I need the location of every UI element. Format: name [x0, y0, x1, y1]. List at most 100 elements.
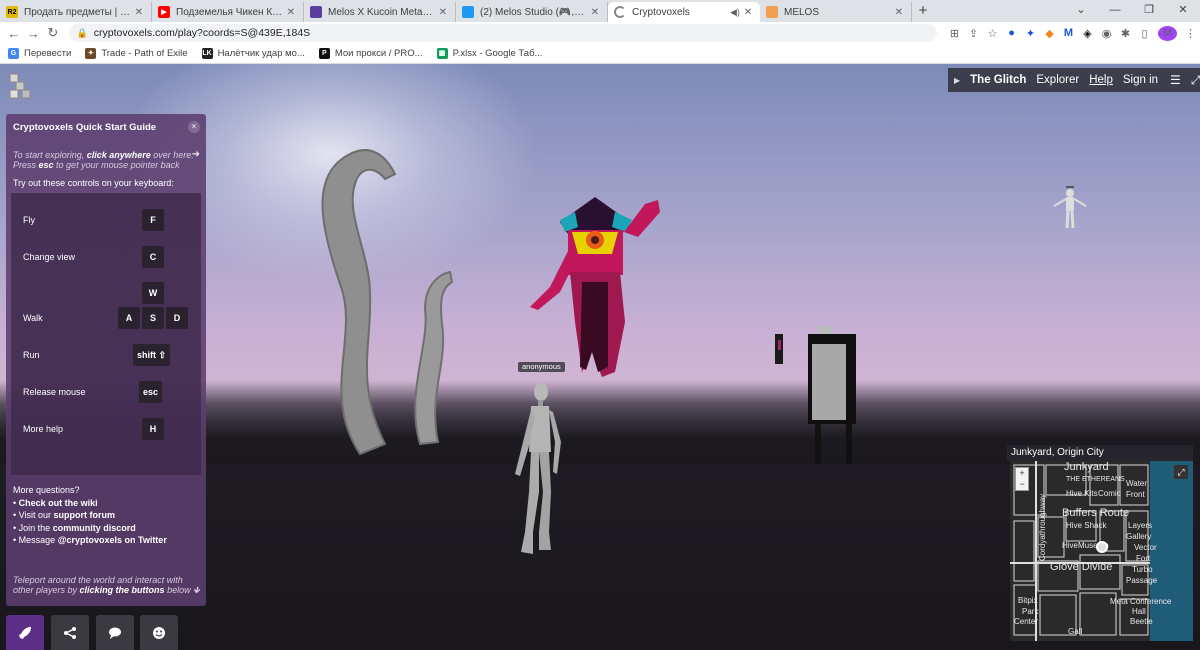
forward-icon[interactable]: → — [24, 26, 44, 41]
world-name-link[interactable]: The Glitch — [970, 74, 1026, 86]
close-icon[interactable]: ✕ — [742, 7, 754, 18]
control-label-walk: Walk — [23, 313, 43, 323]
close-icon[interactable]: ✕ — [133, 7, 145, 18]
new-tab-button[interactable]: + — [912, 2, 934, 22]
tab-search-icon[interactable]: ⌄ — [1064, 0, 1098, 22]
minimap-label: Gallery — [1126, 532, 1152, 541]
back-icon[interactable]: ← — [4, 26, 24, 41]
tab-3[interactable]: (2) Melos Studio (🎮,🐑) on Twit ✕ — [456, 2, 608, 22]
emote-button[interactable] — [140, 615, 178, 650]
menu-icon[interactable]: ⋮ — [1181, 27, 1200, 40]
puzzle-icon[interactable]: ✱ — [1116, 27, 1135, 40]
star-icon[interactable]: ☆ — [983, 27, 1002, 40]
tab-1[interactable]: ▶ Подземелья Чикен Карри #1 Б ✕ — [152, 2, 304, 22]
close-window-icon[interactable]: ✕ — [1166, 0, 1200, 22]
top-menu-bar: ▶ The Glitch Explorer Help Sign in ☰ ⤢ — [948, 68, 1200, 92]
smiley-icon — [153, 626, 165, 639]
screen-structure — [775, 326, 856, 464]
world-viewport[interactable]: anonymous ▶ The Glitch Explorer Help Sig… — [0, 64, 1200, 650]
extension-icon[interactable]: ● — [1002, 27, 1021, 39]
sign-in-link[interactable]: Sign in — [1123, 74, 1158, 86]
minimap-label: Hive Shack — [1066, 521, 1107, 530]
explorer-link[interactable]: Explorer — [1036, 74, 1079, 86]
speaker-icon[interactable]: ◀) — [730, 7, 740, 18]
tab-0[interactable]: R2 Продать предметы | Магазин D ✕ — [0, 2, 152, 22]
close-icon[interactable]: ✕ — [437, 7, 449, 18]
close-icon[interactable]: × — [188, 121, 200, 133]
minimap-label: Beetle — [1130, 617, 1153, 626]
twitter-link[interactable]: Message @cryptovoxels on Twitter — [13, 534, 167, 547]
map-zoom-control[interactable]: + − — [1015, 467, 1029, 491]
translate-icon[interactable]: ⊞ — [945, 27, 964, 40]
bookmark-label: Перевести — [24, 48, 72, 59]
close-icon[interactable]: ✕ — [285, 7, 297, 18]
minimap-label: Front — [1126, 490, 1145, 499]
translate-icon: G — [8, 48, 19, 59]
key-shift: shift ⇧ — [133, 344, 171, 366]
tab-favicon — [766, 6, 778, 18]
minimap-label: Gall — [1068, 627, 1083, 636]
key-d: D — [166, 307, 188, 329]
metamask-icon[interactable]: ◆ — [1040, 27, 1059, 40]
help-link[interactable]: Help — [1089, 74, 1113, 86]
intro-bold: esc — [38, 160, 54, 170]
bookmark-poe-trade[interactable]: ✦ Trade - Path of Exile — [85, 48, 188, 59]
tab-2[interactable]: Melos X Kucoin Metaverse Party ✕ — [304, 2, 456, 22]
tab-5[interactable]: MELOS ✕ — [760, 2, 912, 22]
tab-title: Cryptovoxels — [632, 6, 690, 18]
discord-link[interactable]: Join the community discord — [13, 522, 167, 535]
reload-icon[interactable]: ↻ — [43, 25, 63, 41]
settings-sliders-icon[interactable]: ☰ — [1170, 73, 1181, 87]
minimap-label: Buffers Route — [1062, 507, 1130, 519]
quick-start-guide: Cryptovoxels Quick Start Guide × To star… — [6, 114, 206, 606]
minimize-icon[interactable]: — — [1098, 0, 1132, 22]
guide-title: Cryptovoxels Quick Start Guide — [13, 121, 157, 133]
avatar-nametag: anonymous — [518, 362, 565, 372]
url-text: cryptovoxels.com/play?coords=S@439E,184S — [93, 27, 311, 39]
map-expand-icon[interactable]: ⤢ — [1174, 465, 1188, 479]
bookmark-sheets[interactable]: ▦ P.xlsx - Google Таб... — [436, 48, 542, 59]
minimap[interactable]: Junkyard Buffers Route Glove Divide Hive… — [1010, 461, 1193, 641]
minimap-location-title: Junkyard, Origin City — [1007, 445, 1193, 461]
share-icon[interactable]: ⇪ — [964, 27, 983, 40]
sidepanel-icon[interactable]: ▯ — [1135, 27, 1154, 40]
chat-button[interactable] — [96, 615, 134, 650]
extension-icon[interactable]: ✦ — [1021, 27, 1040, 40]
restore-icon[interactable]: ❐ — [1132, 0, 1166, 22]
fullscreen-icon[interactable]: ⤢ — [1191, 73, 1200, 88]
bookmark-label: Trade - Path of Exile — [101, 48, 188, 59]
expand-chevron-icon[interactable]: ▶ — [954, 76, 960, 85]
bookmark-proxy[interactable]: P Мои прокси / PRO... — [318, 48, 423, 59]
share-button[interactable] — [51, 615, 89, 650]
minimap-label: Comic — [1098, 489, 1121, 498]
bookmark-raider[interactable]: LK Налётчик удар мо... — [201, 48, 305, 59]
extension-icon[interactable]: ◉ — [1097, 27, 1116, 40]
teleport-button[interactable] — [6, 615, 44, 650]
intro-text: To start exploring, — [13, 150, 87, 160]
teleport-hint: Teleport around the world and interact w… — [13, 575, 200, 595]
support-forum-link[interactable]: Visit our support forum — [13, 509, 167, 522]
key-f: F — [142, 209, 164, 231]
intro-text: over here. — [150, 150, 194, 160]
tab-favicon — [310, 6, 322, 18]
key-s: S — [142, 307, 164, 329]
close-icon[interactable]: ✕ — [589, 7, 601, 18]
bookmark-translate[interactable]: G Перевести — [8, 48, 71, 59]
lock-icon[interactable]: 🔒 — [77, 28, 88, 39]
profile-avatar[interactable]: M — [1158, 25, 1178, 41]
extension-icon[interactable]: M — [1059, 27, 1078, 39]
extension-icon[interactable]: ◈ — [1078, 27, 1097, 40]
browser-toolbar: ← → ↻ 🔒 cryptovoxels.com/play?coords=S@4… — [0, 22, 1200, 44]
floating-avatar — [530, 197, 660, 377]
share-icon — [64, 626, 76, 639]
tab-4[interactable]: Cryptovoxels ◀) ✕ — [608, 2, 760, 22]
minimap-label: Park — [1022, 607, 1039, 616]
close-icon[interactable]: ✕ — [893, 7, 905, 18]
tab-title: MELOS — [784, 6, 820, 18]
address-bar[interactable]: 🔒 cryptovoxels.com/play?coords=S@439E,18… — [68, 24, 938, 42]
cryptovoxels-logo-icon[interactable] — [8, 72, 32, 102]
guide-intro: To start exploring, click anywhere over … — [6, 140, 206, 171]
controls-list: Fly F Change view C W Walk A S D Run shi… — [11, 193, 201, 475]
twitter-icon — [462, 6, 474, 18]
wiki-link[interactable]: Check out the wiki — [13, 497, 167, 510]
